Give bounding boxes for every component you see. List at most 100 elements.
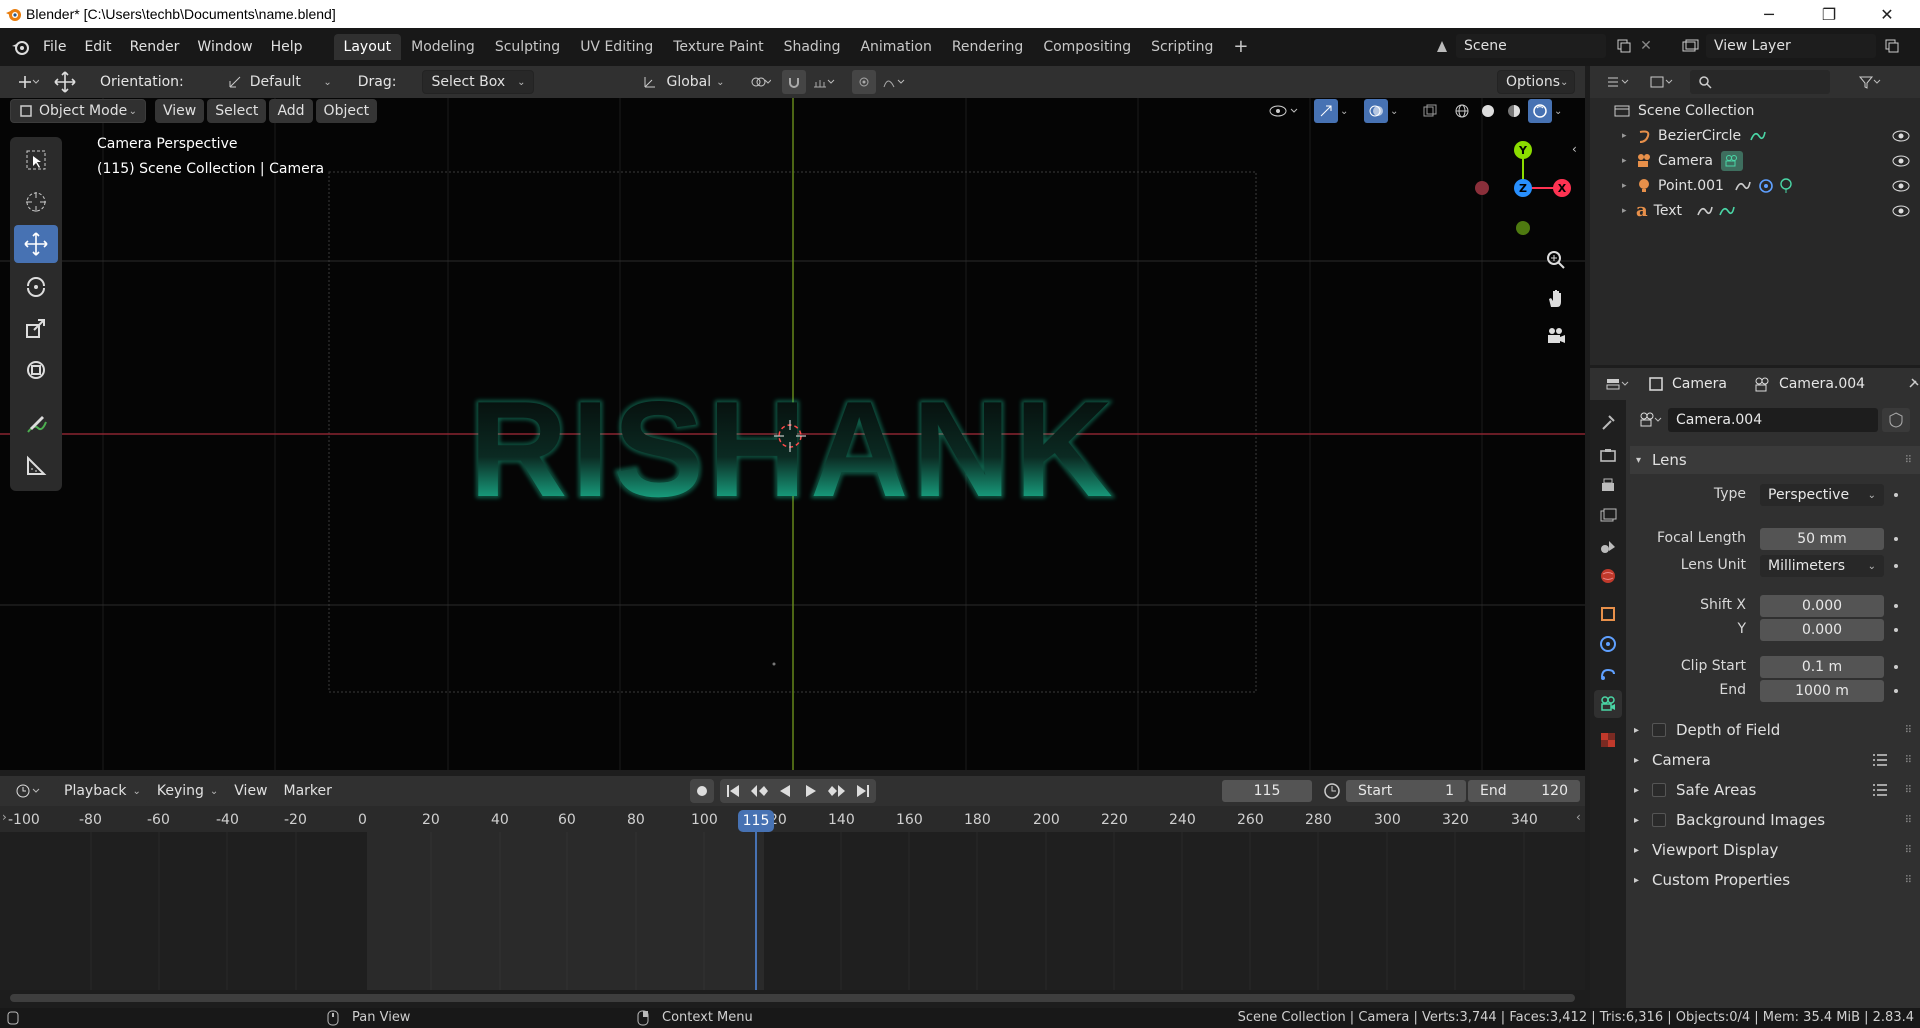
safe-areas-panel[interactable]: ▸ Safe Areas ⠿ xyxy=(1626,776,1920,804)
visibility-eye-icon[interactable] xyxy=(1892,155,1910,167)
drag-handle-icon[interactable]: ⠿ xyxy=(1905,815,1912,826)
jump-end-icon[interactable] xyxy=(850,784,876,798)
menu-file[interactable]: File xyxy=(34,34,75,60)
expand-arrow-icon[interactable]: ▸ xyxy=(1622,156,1636,166)
visibility-eye-icon[interactable] xyxy=(1892,130,1910,142)
pin-icon[interactable] xyxy=(1906,377,1920,391)
animate-dot[interactable] xyxy=(1894,665,1898,669)
constraints-tab-icon[interactable] xyxy=(1594,660,1622,688)
lens-unit-dropdown[interactable]: Millimeters ⌄ xyxy=(1760,555,1884,577)
safe-areas-checkbox[interactable] xyxy=(1652,783,1666,797)
maximize-button[interactable]: ❐ xyxy=(1800,0,1858,28)
text-object[interactable]: RISHANK xyxy=(469,373,1117,525)
view-layer-tab-icon[interactable] xyxy=(1594,502,1622,530)
texture-tab-icon[interactable] xyxy=(1594,726,1622,754)
shading-dropdown-icon[interactable]: ⌄ xyxy=(1554,106,1570,117)
menu-help[interactable]: Help xyxy=(262,34,312,60)
play-icon[interactable] xyxy=(798,784,824,798)
camera-datablock-selector[interactable]: Camera.004 xyxy=(1634,408,1910,432)
fake-user-shield-icon[interactable] xyxy=(1882,408,1910,432)
camera-data-icon[interactable] xyxy=(1634,408,1668,432)
xray-toggle-icon[interactable] xyxy=(1418,99,1442,123)
render-tab-icon[interactable] xyxy=(1594,442,1622,470)
new-scene-icon[interactable] xyxy=(1612,34,1636,58)
orientation-dropdown[interactable]: Default ⌄ xyxy=(219,70,340,94)
visibility-eye-icon[interactable] xyxy=(1892,205,1910,217)
drag-handle-icon[interactable]: ⠿ xyxy=(1905,875,1912,886)
expand-arrow-icon[interactable]: ▸ xyxy=(1622,131,1636,141)
pan-hand-icon[interactable] xyxy=(1540,282,1572,314)
animate-dot[interactable] xyxy=(1894,537,1898,541)
falloff-icon[interactable] xyxy=(876,70,912,94)
blender-menu-icon[interactable] xyxy=(8,34,34,60)
depth-of-field-checkbox[interactable] xyxy=(1652,723,1666,737)
tab-modeling[interactable]: Modeling xyxy=(401,34,485,60)
3d-viewport[interactable]: RISHANK RISHANK Camera Perspective (115)… xyxy=(0,98,1585,770)
transform-space-dropdown[interactable]: Global ⌄ xyxy=(634,70,733,94)
timeline-scrollbar[interactable] xyxy=(10,994,1575,1002)
delete-scene-icon[interactable]: ✕ xyxy=(1636,34,1656,58)
select-menu[interactable]: Select xyxy=(207,99,267,123)
physics-tab-icon[interactable] xyxy=(1594,630,1622,658)
custom-properties-panel[interactable]: ▸ Custom Properties ⠿ xyxy=(1626,866,1920,894)
camera-data-tab-icon[interactable] xyxy=(1594,690,1622,718)
focal-length-field[interactable]: 50 mm xyxy=(1760,528,1884,550)
select-box-tool[interactable] xyxy=(14,141,58,179)
clip-start-field[interactable]: 0.1 m xyxy=(1760,656,1884,678)
add-menu[interactable]: Add xyxy=(269,99,313,123)
close-button[interactable]: ✕ xyxy=(1858,0,1916,28)
new-view-layer-icon[interactable] xyxy=(1880,34,1904,58)
display-mode-icon[interactable] xyxy=(1642,70,1682,94)
menu-render[interactable]: Render xyxy=(121,34,189,60)
keying-menu[interactable]: Keying ⌄ xyxy=(148,779,227,803)
view-layer-field[interactable]: View Layer xyxy=(1706,34,1876,58)
animate-dot[interactable] xyxy=(1894,628,1898,632)
drag-dropdown[interactable]: Select Box ⌄ xyxy=(422,70,535,94)
view-layer-selector[interactable]: View Layer xyxy=(1676,34,1904,58)
object-menu[interactable]: Object xyxy=(315,99,378,123)
lens-panel-header[interactable]: ▾ Lens ⠿ xyxy=(1630,446,1920,474)
drag-handle-icon[interactable]: ⠿ xyxy=(1905,785,1912,796)
tab-texture-paint[interactable]: Texture Paint xyxy=(663,34,773,60)
tab-compositing[interactable]: Compositing xyxy=(1033,34,1141,60)
object-tab-icon[interactable] xyxy=(1594,600,1622,628)
background-images-checkbox[interactable] xyxy=(1652,813,1666,827)
tool-mode-icon[interactable] xyxy=(6,70,50,94)
tab-animation[interactable]: Animation xyxy=(850,34,941,60)
editor-type-icon[interactable] xyxy=(1598,70,1638,94)
playhead-frame-badge[interactable]: 115 xyxy=(738,810,774,832)
camera-panel[interactable]: ▸ Camera ⠿ xyxy=(1626,746,1920,774)
viewport-display-panel[interactable]: ▸ Viewport Display ⠿ xyxy=(1626,836,1920,864)
rendered-shading-icon[interactable] xyxy=(1528,99,1552,123)
shift-x-field[interactable]: 0.000 xyxy=(1760,595,1884,617)
type-dropdown[interactable]: Perspective ⌄ xyxy=(1760,484,1884,506)
play-reverse-icon[interactable] xyxy=(772,784,798,798)
menu-window[interactable]: Window xyxy=(188,34,261,60)
gizmo-dropdown-icon[interactable]: ⌄ xyxy=(1340,106,1356,117)
outliner-item-camera[interactable]: ▸ Camera xyxy=(1590,148,1920,173)
tab-layout[interactable]: Layout xyxy=(333,34,402,60)
tab-rendering[interactable]: Rendering xyxy=(942,34,1034,60)
timeline-view-menu[interactable]: View xyxy=(226,779,276,803)
shift-y-field[interactable]: 0.000 xyxy=(1760,619,1884,641)
visibility-eye-icon[interactable] xyxy=(1892,180,1910,192)
timeline-sidebar-toggle-icon[interactable]: ‹ xyxy=(1576,810,1581,824)
depth-of-field-panel[interactable]: ▸ Depth of Field ⠿ xyxy=(1626,716,1920,744)
background-images-panel[interactable]: ▸ Background Images ⠿ xyxy=(1626,806,1920,834)
jump-start-icon[interactable] xyxy=(720,784,746,798)
view-menu[interactable]: View xyxy=(155,99,205,123)
gizmo-toggle-icon[interactable] xyxy=(1314,99,1338,123)
mode-dropdown[interactable]: Object Mode ⌄ xyxy=(10,99,146,123)
tool-tab-icon[interactable] xyxy=(1594,408,1622,436)
current-frame-field[interactable]: 115 xyxy=(1222,780,1312,802)
timeline-area[interactable]: ‹ › xyxy=(0,806,1585,1008)
marker-menu[interactable]: Marker xyxy=(275,779,340,803)
snap-icon[interactable] xyxy=(782,70,807,94)
proportional-editing-icon[interactable] xyxy=(852,70,877,94)
animate-dot[interactable] xyxy=(1894,493,1898,497)
drag-handle-icon[interactable]: ⠿ xyxy=(1905,455,1912,466)
drag-handle-icon[interactable]: ⠿ xyxy=(1905,845,1912,856)
tab-sculpting[interactable]: Sculpting xyxy=(485,34,570,60)
expand-arrow-icon[interactable]: ▸ xyxy=(1622,206,1636,216)
wireframe-shading-icon[interactable] xyxy=(1450,99,1474,123)
